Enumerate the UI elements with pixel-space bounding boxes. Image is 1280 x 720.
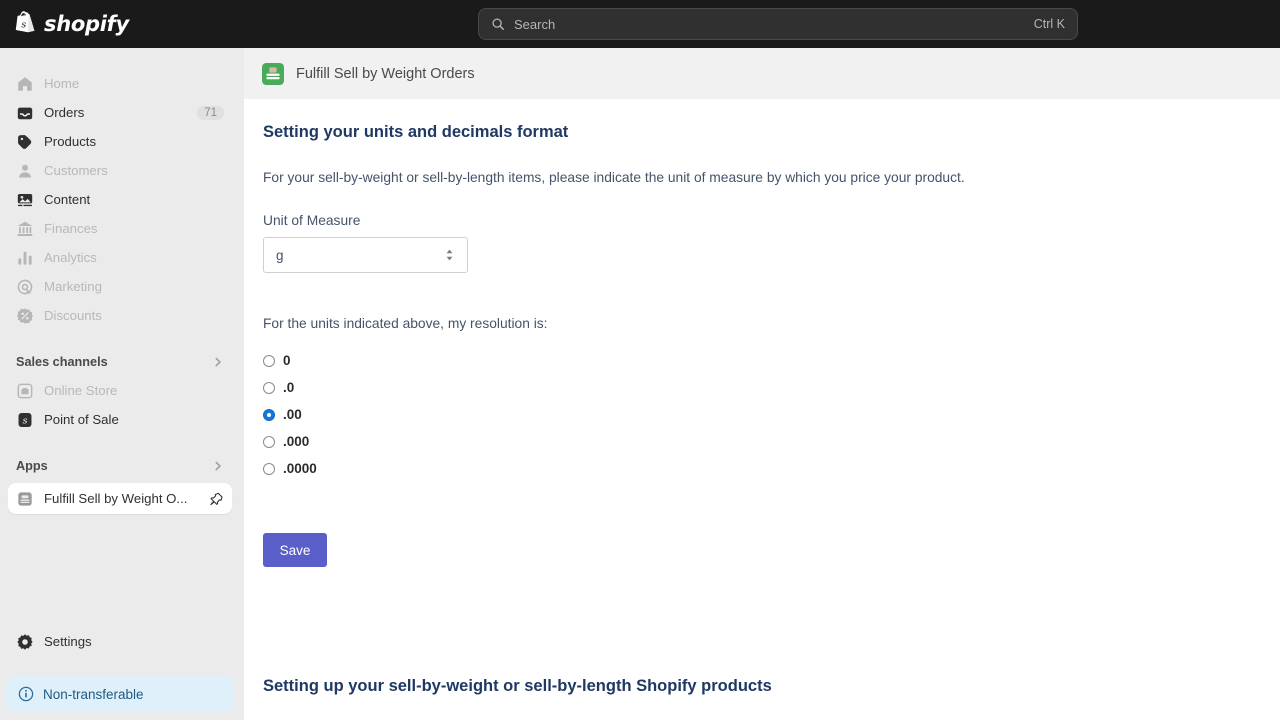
chevron-right-icon bbox=[212, 460, 224, 472]
shopify-logo[interactable]: s shopify bbox=[13, 11, 129, 37]
radio-option-3[interactable]: .000 bbox=[263, 428, 1280, 455]
sidebar-item-label: Content bbox=[44, 192, 90, 207]
sidebar-item-customers[interactable]: Customers bbox=[8, 156, 232, 185]
sidebar-item-fulfill-sell-by-weight[interactable]: Fulfill Sell by Weight O... bbox=[8, 483, 232, 514]
settings-row: Settings bbox=[0, 627, 240, 656]
sidebar-item-label: Home bbox=[44, 76, 79, 91]
sidebar-item-label: Online Store bbox=[44, 383, 117, 398]
radio-label: .0000 bbox=[283, 461, 317, 476]
unit-of-measure-select[interactable]: g bbox=[263, 237, 468, 273]
sidebar-item-marketing[interactable]: Marketing bbox=[8, 272, 232, 301]
sidebar-item-online-store[interactable]: Online Store bbox=[8, 376, 232, 405]
main-content: Setting your units and decimals format F… bbox=[244, 99, 1280, 720]
search-input[interactable]: Search Ctrl K bbox=[478, 8, 1078, 40]
gear-icon bbox=[16, 633, 34, 651]
app-header-title: Fulfill Sell by Weight Orders bbox=[296, 66, 475, 82]
radio-button[interactable] bbox=[263, 463, 275, 475]
discounts-icon bbox=[16, 307, 34, 325]
shopify-bag-icon: s bbox=[13, 11, 37, 37]
sidebar-item-label: Orders bbox=[44, 105, 84, 120]
pin-icon[interactable] bbox=[210, 492, 224, 506]
search-placeholder: Search bbox=[514, 17, 1034, 32]
sidebar-item-label: Discounts bbox=[44, 308, 102, 323]
svg-text:s: s bbox=[21, 19, 26, 30]
radio-button[interactable] bbox=[263, 355, 275, 367]
info-circle-icon bbox=[18, 686, 34, 702]
radio-option-2[interactable]: .00 bbox=[263, 401, 1280, 428]
search-icon bbox=[491, 17, 505, 31]
svg-text:s: s bbox=[23, 415, 28, 426]
top-bar: s shopify Search Ctrl K bbox=[0, 0, 1280, 48]
app-header-bar: Fulfill Sell by Weight Orders bbox=[244, 48, 1280, 99]
radio-option-4[interactable]: .0000 bbox=[263, 455, 1280, 482]
point-of-sale-icon: s bbox=[16, 411, 34, 429]
save-button[interactable]: Save bbox=[263, 533, 327, 567]
app-scale-icon bbox=[262, 63, 284, 85]
sidebar-item-label: Products bbox=[44, 134, 96, 149]
marketing-icon bbox=[16, 278, 34, 296]
radio-label: 0 bbox=[283, 353, 291, 368]
radio-option-1[interactable]: .0 bbox=[263, 374, 1280, 401]
orders-icon bbox=[16, 104, 34, 122]
content-icon bbox=[16, 191, 34, 209]
sidebar-item-label: Settings bbox=[44, 634, 92, 649]
sales-channels-header[interactable]: Sales channels bbox=[8, 348, 232, 376]
orders-badge: 71 bbox=[197, 106, 224, 120]
radio-button[interactable] bbox=[263, 436, 275, 448]
section1-intro: For your sell-by-weight or sell-by-lengt… bbox=[263, 170, 1280, 185]
sidebar-item-products[interactable]: Products bbox=[8, 127, 232, 156]
resolution-label: For the units indicated above, my resolu… bbox=[263, 316, 1280, 331]
sidebar-item-analytics[interactable]: Analytics bbox=[8, 243, 232, 272]
section1-heading: Setting your units and decimals format bbox=[263, 123, 1280, 142]
sidebar-item-content[interactable]: Content bbox=[8, 185, 232, 214]
sidebar-item-finances[interactable]: Finances bbox=[8, 214, 232, 243]
search-shortcut: Ctrl K bbox=[1034, 17, 1065, 31]
sidebar-item-orders[interactable]: Orders 71 bbox=[8, 98, 232, 127]
online-store-icon bbox=[16, 382, 34, 400]
radio-button[interactable] bbox=[263, 382, 275, 394]
non-transferable-banner[interactable]: Non-transferable bbox=[6, 676, 234, 712]
shopify-wordmark: shopify bbox=[44, 12, 129, 36]
unit-of-measure-label: Unit of Measure bbox=[263, 213, 360, 228]
sidebar-item-label: Finances bbox=[44, 221, 98, 236]
sidebar-item-label: Marketing bbox=[44, 279, 102, 294]
spinner-updown-icon bbox=[444, 247, 455, 263]
sidebar-item-home[interactable]: Home bbox=[8, 69, 232, 98]
sidebar: Home Orders 71 Products Customers bbox=[0, 48, 240, 720]
non-transferable-label: Non-transferable bbox=[43, 687, 144, 702]
sidebar-item-label: Customers bbox=[44, 163, 108, 178]
unit-of-measure-value: g bbox=[276, 248, 444, 263]
sales-channels-title: Sales channels bbox=[16, 355, 108, 369]
apps-header[interactable]: Apps bbox=[8, 452, 232, 480]
sidebar-item-point-of-sale[interactable]: s Point of Sale bbox=[8, 405, 232, 434]
radio-option-0[interactable]: 0 bbox=[263, 347, 1280, 374]
home-icon bbox=[16, 75, 34, 93]
finances-icon bbox=[16, 220, 34, 238]
section2-heading: Setting up your sell-by-weight or sell-b… bbox=[263, 677, 1280, 696]
radio-label: .0 bbox=[283, 380, 294, 395]
sidebar-item-label: Analytics bbox=[44, 250, 97, 265]
analytics-icon bbox=[16, 249, 34, 267]
radio-label: .00 bbox=[283, 407, 302, 422]
apps-title: Apps bbox=[16, 459, 48, 473]
chevron-right-icon bbox=[212, 356, 224, 368]
customers-icon bbox=[16, 162, 34, 180]
products-icon bbox=[16, 133, 34, 151]
sidebar-item-label: Fulfill Sell by Weight O... bbox=[44, 491, 187, 506]
app-scale-icon bbox=[16, 490, 34, 508]
sidebar-item-discounts[interactable]: Discounts bbox=[8, 301, 232, 330]
uom-label-wrap: Unit of Measure bbox=[244, 212, 1280, 230]
radio-label: .000 bbox=[283, 434, 309, 449]
sidebar-item-settings[interactable]: Settings bbox=[8, 627, 232, 656]
resolution-radio-group: 0 .0 .00 .000 .0000 bbox=[244, 347, 1280, 482]
radio-button[interactable] bbox=[263, 409, 275, 421]
sidebar-item-label: Point of Sale bbox=[44, 412, 119, 427]
